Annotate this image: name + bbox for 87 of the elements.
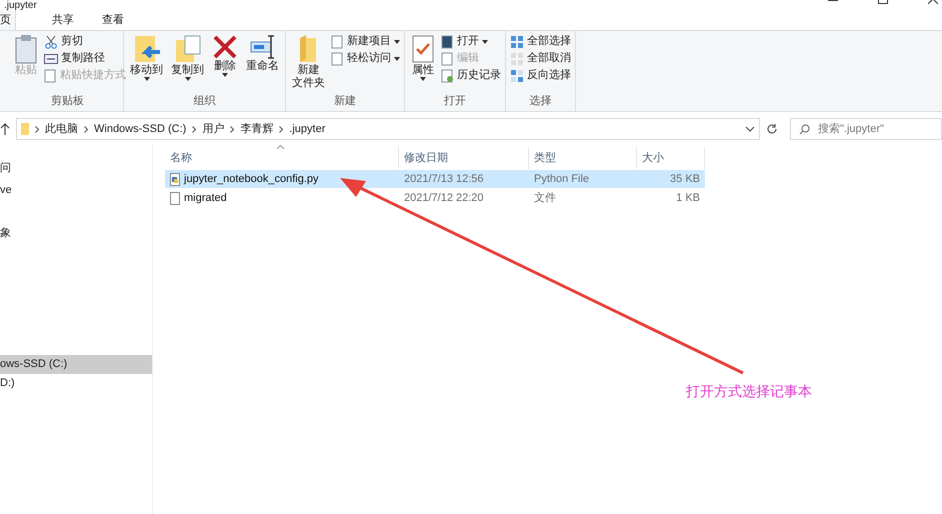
nav-item[interactable]: 问 <box>0 159 152 178</box>
file-date: 2021/7/13 12:56 <box>403 172 485 187</box>
ribbon-small-button[interactable]: 全部选择 <box>510 34 571 49</box>
ribbon-small-button[interactable]: 打开 <box>441 34 501 49</box>
ribbon-button[interactable]: 重命名 <box>244 34 281 92</box>
ribbon-small-button[interactable]: 全部取消 <box>510 51 571 66</box>
ribbon-tab[interactable]: 共享 <box>40 10 86 30</box>
ribbon-small-button[interactable]: 复制路径 <box>44 51 126 66</box>
scissors-icon <box>44 34 58 48</box>
annotation-text: 打开方式选择记事本 <box>686 382 812 401</box>
column-header[interactable]: 大小 <box>637 147 705 169</box>
caret-icon <box>184 77 190 81</box>
breadcrumb-item[interactable]: 用户 <box>202 120 224 138</box>
group-label: 选择 <box>528 94 552 108</box>
nav-item[interactable]: D:) <box>0 374 152 393</box>
breadcrumb-item[interactable]: .jupyter <box>289 120 326 138</box>
pencil-page-icon <box>441 52 454 66</box>
chevron-down-icon[interactable] <box>745 126 755 132</box>
file-type: 文件 <box>533 190 557 206</box>
ribbon-small-button[interactable]: 历史记录 <box>441 68 501 83</box>
ribbon-button[interactable]: 移动到 <box>128 34 165 92</box>
chevron-icon <box>84 126 88 132</box>
ribbon-button[interactable]: 属性 <box>409 34 437 92</box>
ribbon-tab[interactable]: 页 <box>0 10 16 30</box>
ribbon-button[interactable]: 删除 <box>210 34 240 92</box>
chevron-icon <box>230 126 234 132</box>
clipboard-icon <box>14 34 38 64</box>
caret-icon <box>420 77 426 81</box>
group-label: 剪贴板 <box>50 94 85 108</box>
chevron-icon <box>192 126 196 132</box>
column-header[interactable]: 修改日期 <box>399 147 529 169</box>
checkmark-page-icon <box>411 34 435 64</box>
caret-icon <box>222 73 228 77</box>
nav-item[interactable]: ows-SSD (C:) <box>0 355 152 374</box>
breadcrumb-item[interactable]: Windows-SSD (C:) <box>94 120 186 138</box>
chevron-icon <box>279 126 284 132</box>
file-type: Python File <box>533 172 590 187</box>
file-row[interactable]: migrated 2021/7/12 22:20 文件 1 KB <box>165 189 705 207</box>
grid-select-icon <box>510 68 524 82</box>
ribbon-small-button[interactable]: 新建项目 <box>331 34 400 49</box>
chevron-icon <box>35 126 39 132</box>
ribbon-small-button[interactable]: 剪切 <box>44 34 126 49</box>
page-icon <box>44 68 57 82</box>
group-label: 组织 <box>192 94 216 108</box>
caret-icon <box>144 77 150 81</box>
file-name: jupyter_notebook_config.py <box>184 172 319 187</box>
caret-icon <box>394 40 400 44</box>
app-icon <box>441 34 454 48</box>
rename-icon <box>248 34 276 60</box>
nav-item[interactable]: ve <box>0 181 152 200</box>
page-icon <box>331 34 344 48</box>
path-icon <box>44 54 58 64</box>
group-label: 新建 <box>333 94 357 108</box>
column-header[interactable]: 名称 <box>165 147 399 169</box>
file-date: 2021/7/12 22:20 <box>403 190 485 206</box>
file-row[interactable]: jupyter_notebook_config.py 2021/7/13 12:56 Python File 35 KB <box>165 170 705 188</box>
ribbon-small-button[interactable]: 轻松访问 <box>331 51 400 66</box>
python-file-icon <box>170 172 180 186</box>
search-field[interactable]: 搜索".jupyter" <box>790 118 942 140</box>
nav-item[interactable]: 象 <box>0 224 152 243</box>
address-bar[interactable]: 此电脑 Windows-SSD (C:) 用户 李青辉 .jupyter <box>16 118 760 140</box>
ribbon-button[interactable]: 复制到 <box>169 34 206 92</box>
window-title: .jupyter <box>4 0 37 12</box>
delete-x-icon <box>212 34 238 60</box>
ribbon-button[interactable]: 新建 文件夹 <box>290 34 327 92</box>
group-label: 打开 <box>443 94 467 108</box>
sort-caret-icon <box>277 145 284 149</box>
grid-select-icon <box>510 34 524 48</box>
breadcrumb-item[interactable]: 此电脑 <box>45 120 78 138</box>
column-header[interactable]: 类型 <box>529 147 637 169</box>
up-arrow-icon[interactable] <box>0 123 10 135</box>
page-icon <box>441 68 454 82</box>
file-size: 35 KB <box>669 172 701 187</box>
breadcrumb-item[interactable]: 李青辉 <box>240 120 274 138</box>
minimize-icon[interactable] <box>828 0 838 2</box>
folder-icon <box>21 123 29 135</box>
search-icon <box>799 124 810 135</box>
file-size: 1 KB <box>675 190 701 206</box>
ribbon-tab[interactable]: 查看 <box>90 10 136 30</box>
grid-select-icon <box>510 52 524 66</box>
caret-icon <box>394 56 400 60</box>
file-name: migrated <box>184 190 227 206</box>
ribbon-small-button[interactable]: 反向选择 <box>510 68 571 83</box>
file-icon <box>170 192 180 204</box>
caret-icon <box>482 40 488 44</box>
refresh-icon[interactable] <box>766 123 778 135</box>
page-icon <box>331 52 344 66</box>
